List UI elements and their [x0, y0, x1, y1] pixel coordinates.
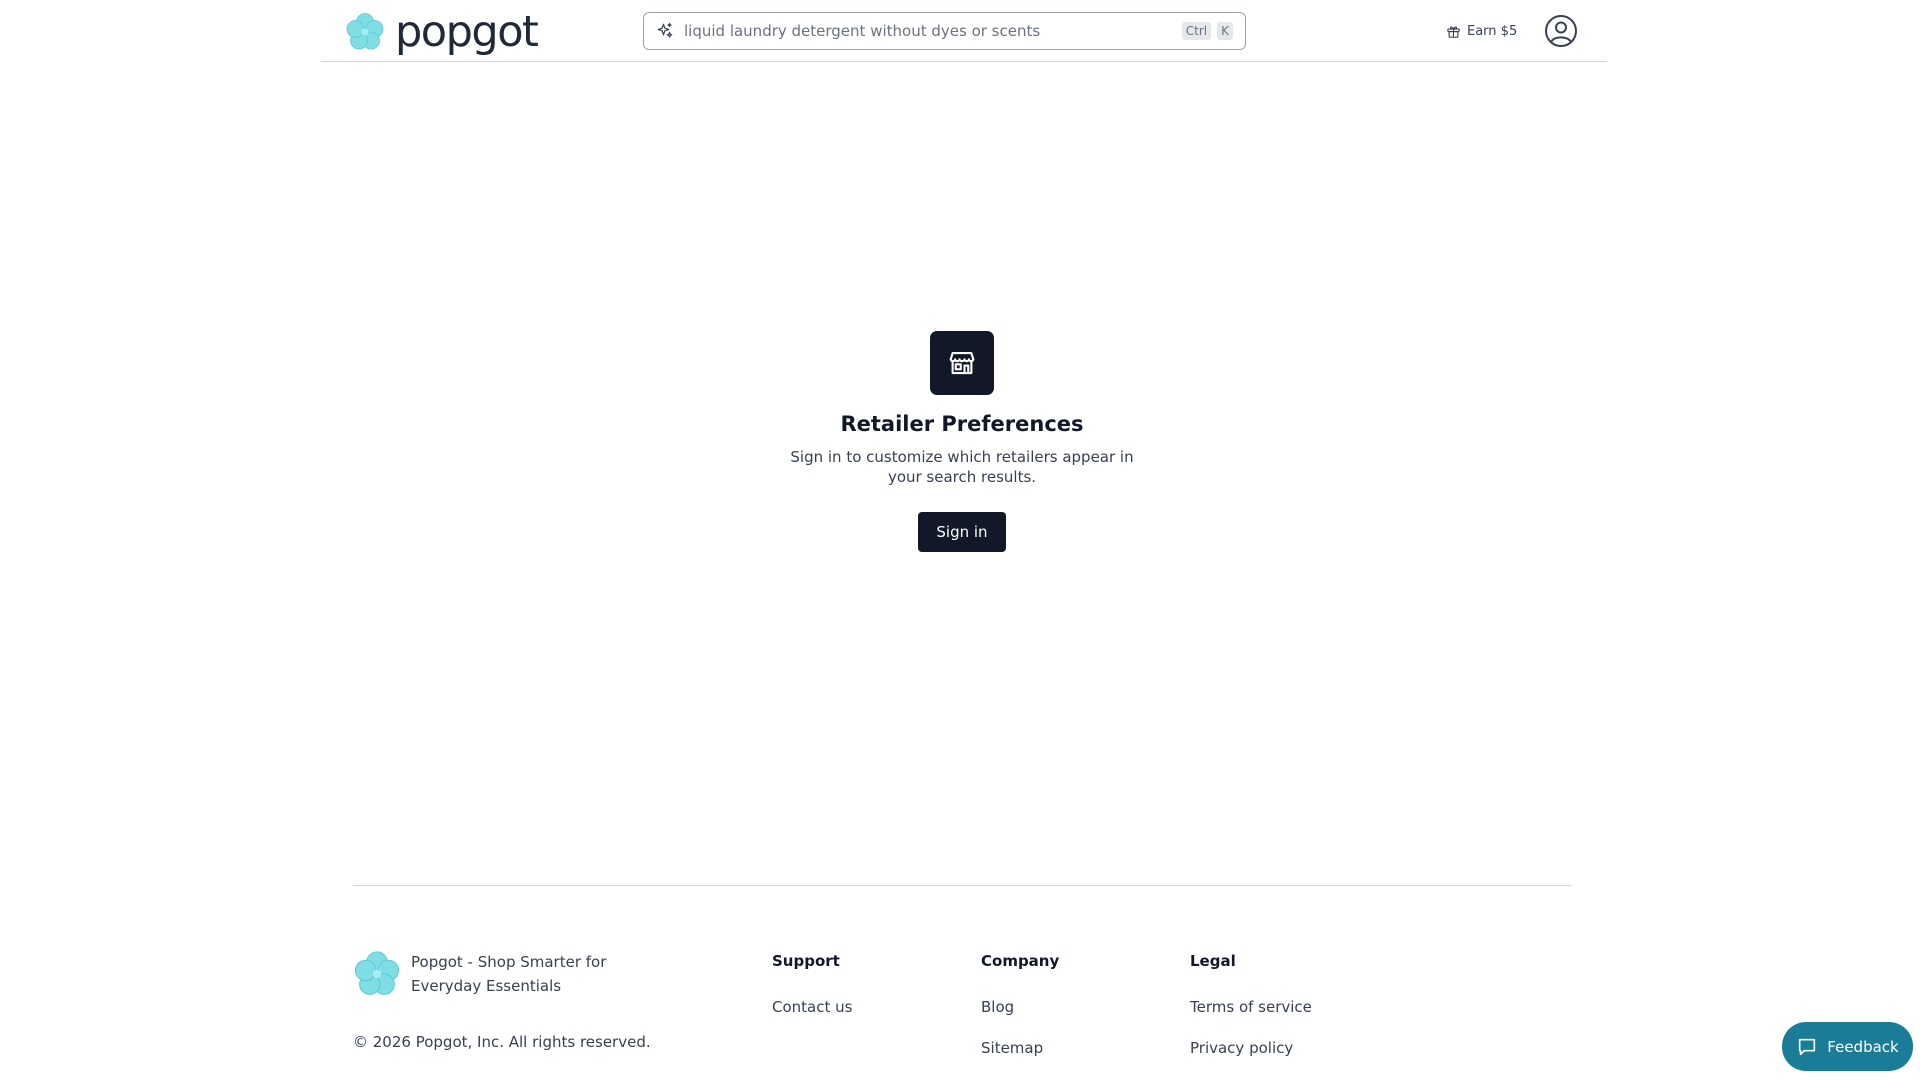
flower-logo-icon — [354, 951, 400, 995]
flower-logo-icon — [346, 13, 384, 50]
user-circle-icon — [1545, 15, 1577, 47]
brand-logo[interactable]: popgot — [345, 7, 539, 57]
feedback-label: Feedback — [1827, 1037, 1899, 1056]
footer-heading-support: Support — [772, 952, 840, 970]
earn-referral-link[interactable]: Earn $5 — [1446, 20, 1517, 42]
footer-column-support: Support Contact us — [772, 952, 852, 1015]
copyright-text: © 2026 Popgot, Inc. All rights reserved. — [353, 1033, 651, 1051]
sign-in-button[interactable]: Sign in — [918, 512, 1006, 552]
footer-brand: Popgot - Shop Smarter for Everyday Essen… — [353, 950, 681, 998]
footer-column-legal: Legal Terms of service Privacy policy — [1190, 952, 1312, 1056]
brand-name: popgot — [395, 7, 539, 57]
chat-bubble-icon — [1799, 1038, 1816, 1055]
storefront-icon — [949, 351, 975, 375]
footer-column-company: Company Blog Sitemap — [981, 952, 1060, 1056]
earn-label: Earn $5 — [1467, 23, 1518, 39]
sparkle-icon — [657, 22, 673, 38]
search-bar[interactable]: Ctrl K — [643, 12, 1246, 50]
footer-link-sitemap[interactable]: Sitemap — [981, 1041, 1059, 1056]
footer-divider — [353, 885, 1571, 886]
shortcut-key-k: K — [1217, 22, 1233, 40]
feedback-button[interactable]: Feedback — [1782, 1022, 1913, 1071]
footer-heading-legal: Legal — [1190, 952, 1236, 970]
footer-link-terms[interactable]: Terms of service — [1190, 1000, 1312, 1015]
footer-link-privacy[interactable]: Privacy policy — [1190, 1041, 1312, 1056]
site-header: popgot Ctrl K Earn $5 — [321, 0, 1607, 62]
footer-heading-company: Company — [981, 952, 1060, 970]
shortcut-key-ctrl: Ctrl — [1181, 22, 1212, 40]
search-input[interactable] — [684, 22, 1176, 40]
footer-link-blog[interactable]: Blog — [981, 1000, 1059, 1015]
footer-tagline: Popgot - Shop Smarter for Everyday Essen… — [411, 953, 607, 995]
account-button[interactable] — [1544, 14, 1578, 48]
gift-icon — [1447, 25, 1460, 38]
storefront-icon-badge — [930, 331, 994, 395]
page-title: Retailer Preferences — [840, 412, 1084, 436]
footer-link-contact-us[interactable]: Contact us — [772, 1000, 852, 1015]
page-description: Sign in to customize which retailers app… — [790, 448, 1134, 486]
